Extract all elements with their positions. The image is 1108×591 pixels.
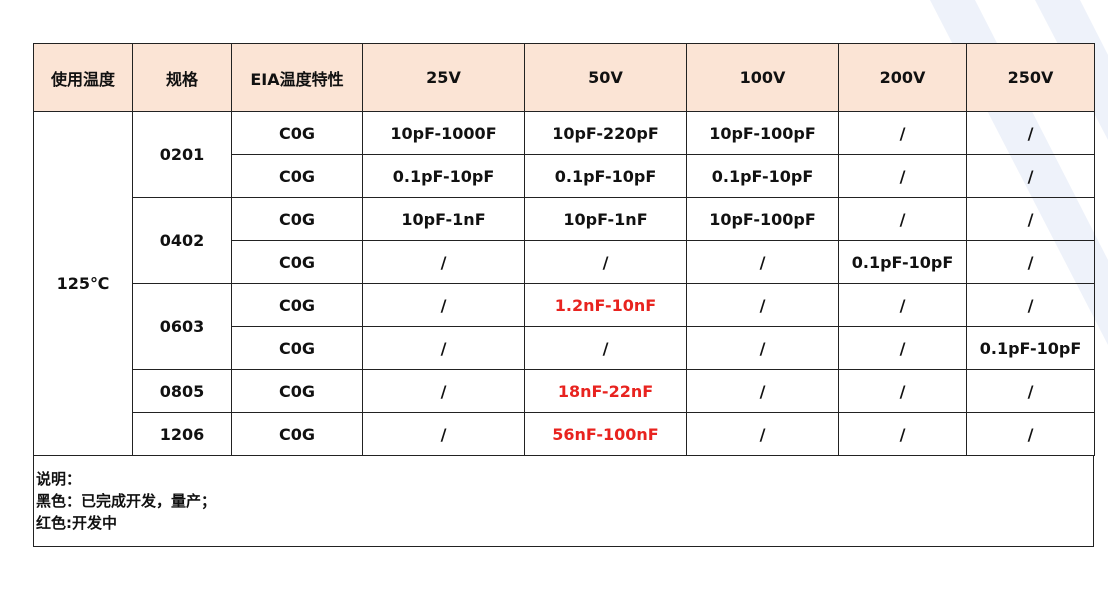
eia-cell: C0G	[231, 412, 363, 456]
eia-cell: C0G	[231, 197, 363, 241]
capacitance-cell: /	[966, 154, 1095, 198]
capacitance-cell: /	[838, 197, 967, 241]
capacitance-cell: 0.1pF-10pF	[362, 154, 525, 198]
header-50v: 50V	[524, 43, 687, 112]
capacitance-cell: 0.1pF-10pF	[966, 326, 1095, 370]
capacitance-cell: 18nF-22nF	[524, 369, 687, 413]
capacitance-cell: /	[686, 283, 839, 327]
header-250v: 250V	[966, 43, 1095, 112]
spec-document: 使用温度 规格 EIA温度特性 25V 50V 100V 200V 250V 1…	[33, 43, 1095, 547]
capacitance-cell: /	[838, 369, 967, 413]
table-row: 0603 C0G/1.2nF-10nF / / /	[34, 283, 1095, 370]
capacitance-cell: /	[838, 326, 967, 370]
header-100v: 100V	[686, 43, 839, 112]
table-row: 125℃ 0201 C0G 10pF-1000F 10pF-220pF 10pF-100p…	[33, 111, 1095, 456]
capacitance-cell: /	[362, 283, 525, 327]
capacitance-cell: /	[686, 326, 839, 370]
capacitance-cell: /	[362, 369, 525, 413]
eia-cell: C0G	[231, 369, 363, 413]
capacitance-cell: 0.1pF-10pF	[524, 154, 687, 198]
capacitance-cell: /	[966, 283, 1095, 327]
size-cell: 0201	[132, 111, 232, 198]
capacitance-cell: /	[524, 326, 687, 370]
capacitance-cell: 10pF-100pF	[686, 197, 839, 241]
notes-title: 说明：	[36, 470, 82, 488]
capacitance-cell: 10pF-1000F	[362, 111, 525, 155]
capacitance-cell: 56nF-100nF	[524, 412, 687, 456]
notes-box: 说明： 黑色：已完成开发，量产； 红色:开发中	[33, 456, 1094, 547]
capacitance-cell: /	[838, 283, 967, 327]
header-eia: EIA温度特性	[231, 43, 363, 112]
capacitance-cell: /	[686, 412, 839, 456]
capacitance-cell: 10pF-100pF	[686, 111, 839, 155]
size-cell: 0603	[132, 283, 232, 370]
header-25v: 25V	[362, 43, 525, 112]
capacitance-cell: 0.1pF-10pF	[838, 240, 967, 284]
eia-cell: C0G	[231, 240, 363, 284]
table-row: 0402 C0G 10pF-1nF 10pF-1nF 10pF-100pF / /	[34, 197, 1095, 284]
size-cell: 0402	[132, 197, 232, 284]
size-cell: 0805	[132, 369, 232, 413]
capacitance-cell: /	[362, 326, 525, 370]
eia-cell: C0G	[231, 283, 363, 327]
capacitance-cell: /	[686, 369, 839, 413]
table-row: 1206 C0G/56nF-100nF / / /	[34, 412, 1095, 456]
capacitance-cell: /	[524, 240, 687, 284]
header-row: 使用温度 规格 EIA温度特性 25V 50V 100V 200V 250V	[33, 43, 1095, 112]
temperature-cell: 125℃	[33, 111, 133, 456]
capacitance-cell: 10pF-220pF	[524, 111, 687, 155]
header-temperature: 使用温度	[33, 43, 133, 112]
table-row: 0805 C0G/18nF-22nF / / /	[34, 369, 1095, 413]
header-200v: 200V	[838, 43, 967, 112]
size-cell: 1206	[132, 412, 232, 456]
eia-cell: C0G	[231, 326, 363, 370]
capacitance-cell: 0.1pF-10pF	[686, 154, 839, 198]
capacitance-cell: /	[362, 240, 525, 284]
capacitance-cell: /	[838, 111, 967, 155]
capacitance-cell: /	[966, 369, 1095, 413]
capacitance-cell: /	[838, 412, 967, 456]
capacitance-cell: /	[966, 111, 1095, 155]
capacitor-spec-table: 使用温度 规格 EIA温度特性 25V 50V 100V 200V 250V 1…	[33, 43, 1095, 456]
capacitance-cell: /	[966, 412, 1095, 456]
capacitance-cell: /	[362, 412, 525, 456]
capacitance-cell: /	[966, 240, 1095, 284]
eia-cell: C0G	[231, 154, 363, 198]
capacitance-cell: /	[966, 197, 1095, 241]
capacitance-cell: 10pF-1nF	[362, 197, 525, 241]
capacitance-cell: /	[838, 154, 967, 198]
notes-line-red: 红色:开发中	[36, 514, 117, 532]
capacitance-cell: 1.2nF-10nF	[524, 283, 687, 327]
notes-line-black: 黑色：已完成开发，量产；	[36, 492, 217, 510]
eia-cell: C0G	[231, 111, 363, 155]
capacitance-cell: 10pF-1nF	[524, 197, 687, 241]
capacitance-cell: /	[686, 240, 839, 284]
header-size: 规格	[132, 43, 232, 112]
